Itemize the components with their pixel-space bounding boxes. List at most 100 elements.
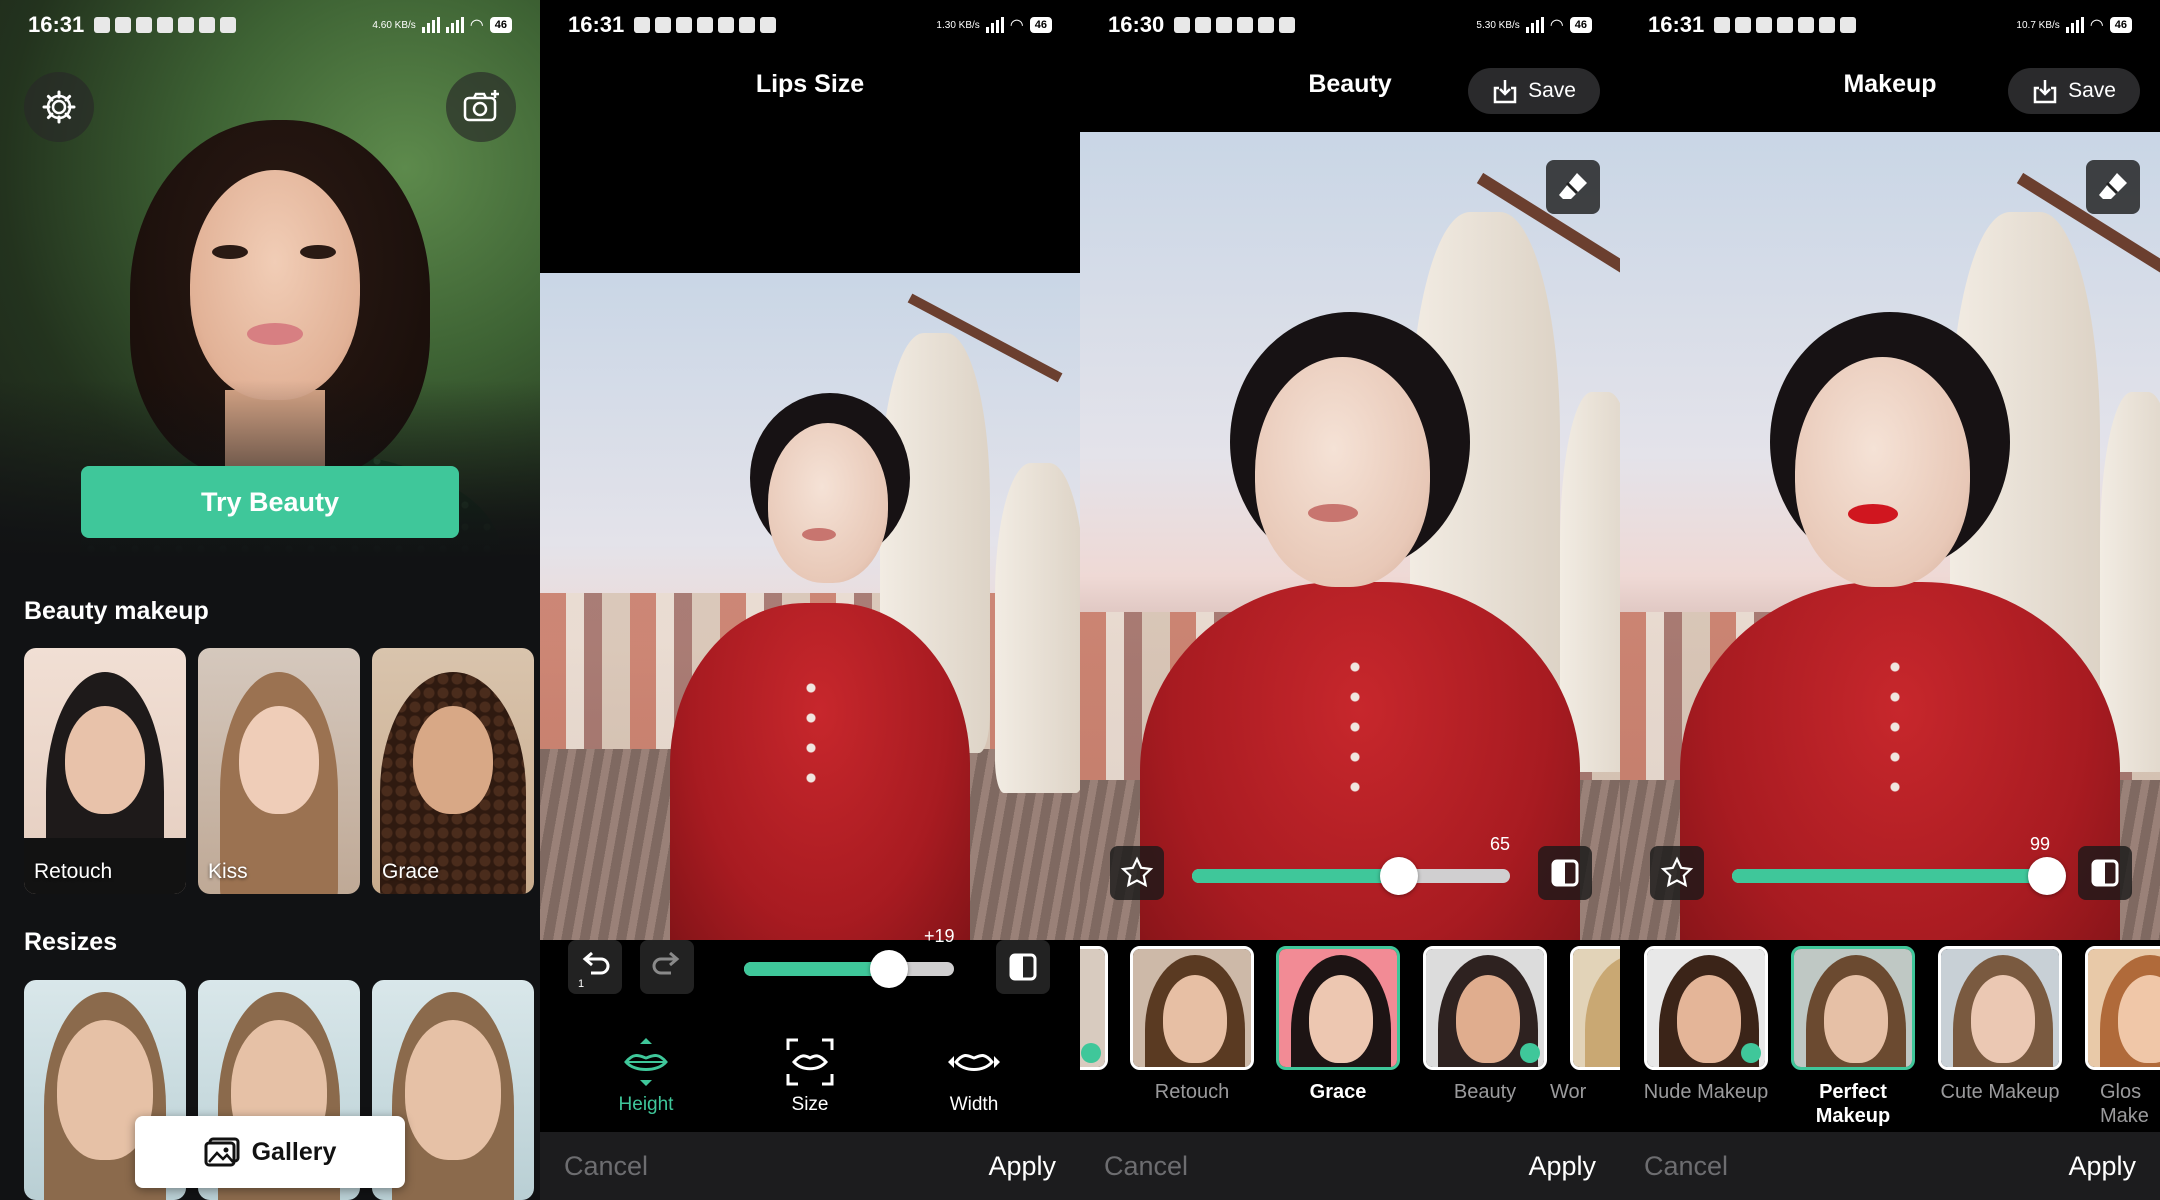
lips-size-icon	[786, 1038, 834, 1086]
home-screen: 16:31 4.60 KB/s ◠ 46 Try Beauty Beauty m…	[0, 0, 540, 1200]
favorite-button[interactable]	[1110, 846, 1164, 900]
makeup-card-retouch[interactable]: Retouch	[24, 648, 186, 894]
status-time: 16:31	[1648, 12, 1705, 37]
save-button[interactable]: Save	[2008, 68, 2140, 114]
compare-button[interactable]	[996, 940, 1050, 994]
network-speed: 5.30 KB/s	[1476, 19, 1520, 31]
photo-canvas[interactable]	[1080, 132, 1620, 940]
bottom-action-bar: Cancel Apply	[540, 1132, 1080, 1200]
style-label: Beauty	[1453, 1081, 1517, 1103]
compare-button[interactable]	[1538, 846, 1592, 900]
style-thumb-partial[interactable]	[2085, 946, 2160, 1070]
tool-label: Width	[949, 1094, 999, 1115]
gallery-icon	[204, 1137, 240, 1167]
download-icon	[1081, 1043, 1101, 1063]
apply-button[interactable]: Apply	[2068, 1151, 2136, 1182]
favorite-button[interactable]	[1650, 846, 1704, 900]
wifi-icon: ◠	[2089, 17, 2104, 34]
status-time: 16:31	[568, 12, 625, 37]
camera-plus-icon	[463, 90, 499, 122]
slider-fill	[1192, 869, 1399, 883]
style-thumb-partial[interactable]	[1080, 946, 1108, 1070]
slider-knob[interactable]	[1379, 857, 1418, 895]
tool-size[interactable]: Size	[750, 1036, 870, 1116]
save-icon	[2033, 80, 2057, 104]
style-carousel: Retouch Grace Beauty Wor	[1080, 940, 1620, 1132]
save-label: Save	[2068, 79, 2116, 102]
slider-knob[interactable]	[869, 950, 908, 988]
network-speed: 4.60 KB/s	[372, 19, 416, 31]
style-thumb-partial[interactable]	[1570, 946, 1620, 1070]
wifi-icon: ◠	[1549, 17, 1564, 34]
bottom-action-bar: Cancel Apply	[1080, 1132, 1620, 1200]
tool-height[interactable]: Height	[586, 1036, 706, 1116]
compare-icon	[1551, 859, 1579, 887]
eraser-button[interactable]	[2086, 160, 2140, 214]
intensity-slider[interactable]	[744, 950, 954, 988]
photo-canvas[interactable]	[540, 273, 1080, 949]
tool-label: Size	[791, 1094, 829, 1115]
signal-icon	[1525, 17, 1544, 33]
download-icon	[1741, 1043, 1761, 1063]
status-bar: 16:31 10.7 KB/s ◠ 46	[1620, 0, 2160, 50]
status-time: 16:30	[1108, 12, 1165, 37]
eraser-button[interactable]	[1546, 160, 1600, 214]
photo-canvas[interactable]	[1620, 132, 2160, 940]
lips-size-screen: 16:31 1.30 KB/s ◠ 46 Lips Size 1 +19 Hei…	[540, 0, 1080, 1200]
slider-knob[interactable]	[2027, 857, 2066, 895]
intensity-slider[interactable]	[1192, 857, 1510, 895]
gallery-button[interactable]: Gallery	[135, 1116, 405, 1188]
cancel-button[interactable]: Cancel	[1104, 1151, 1188, 1182]
save-button[interactable]: Save	[1468, 68, 1600, 114]
makeup-card-grace[interactable]: Grace	[372, 648, 534, 894]
style-label: Retouch	[1154, 1081, 1230, 1103]
status-bar: 16:30 5.30 KB/s ◠ 46	[1080, 0, 1620, 50]
save-icon	[1493, 80, 1517, 104]
style-thumb[interactable]	[1938, 946, 2062, 1070]
network-speed: 10.7 KB/s	[2016, 19, 2060, 31]
style-label: Perfect Makeup	[1815, 1081, 1891, 1127]
style-thumb[interactable]	[1423, 946, 1547, 1070]
undo-count: 1	[578, 978, 585, 990]
status-bar: 16:31 1.30 KB/s ◠ 46	[540, 0, 1080, 50]
cancel-button[interactable]: Cancel	[564, 1151, 648, 1182]
style-thumb-selected[interactable]	[1791, 946, 1915, 1070]
wifi-icon: ◠	[1009, 17, 1024, 34]
lips-height-icon	[624, 1038, 668, 1086]
signal-icon	[985, 17, 1004, 33]
beauty-screen: 16:30 5.30 KB/s ◠ 46 Beauty Save 65 Reto…	[1080, 0, 1620, 1200]
redo-button[interactable]	[640, 940, 694, 994]
notification-icons	[94, 17, 237, 33]
signal-icon	[421, 17, 440, 33]
signal-icon	[2065, 17, 2084, 33]
eraser-icon	[1559, 173, 1587, 199]
makeup-screen: 16:31 10.7 KB/s ◠ 46 Makeup Save 99 Nude…	[1620, 0, 2160, 1200]
makeup-card-kiss[interactable]: Kiss	[198, 648, 360, 894]
battery-icon: 46	[2109, 17, 2132, 33]
notification-icons	[1174, 17, 1296, 33]
battery-icon: 46	[1569, 17, 1592, 33]
style-thumb-selected[interactable]	[1276, 946, 1400, 1070]
try-beauty-button[interactable]: Try Beauty	[81, 466, 459, 538]
undo-button[interactable]: 1	[568, 940, 622, 994]
notification-icons	[1714, 17, 1857, 33]
style-label: Glos Make	[2100, 1081, 2149, 1127]
slider-value: 65	[1490, 834, 1511, 854]
gallery-label: Gallery	[251, 1137, 337, 1166]
apply-button[interactable]: Apply	[988, 1151, 1056, 1182]
compare-button[interactable]	[2078, 846, 2132, 900]
gear-icon	[42, 90, 76, 124]
cancel-button[interactable]: Cancel	[1644, 1151, 1728, 1182]
notification-icons	[634, 17, 777, 33]
makeup-card-label: Kiss	[208, 860, 248, 883]
camera-button[interactable]	[446, 72, 516, 142]
style-thumb[interactable]	[1644, 946, 1768, 1070]
style-thumb[interactable]	[1130, 946, 1254, 1070]
tool-label: Height	[618, 1094, 674, 1115]
tool-width[interactable]: Width	[914, 1036, 1034, 1116]
save-label: Save	[1528, 79, 1576, 102]
settings-button[interactable]	[24, 72, 94, 142]
apply-button[interactable]: Apply	[1528, 1151, 1596, 1182]
intensity-slider[interactable]	[1732, 857, 2066, 895]
screen-title: Lips Size	[755, 70, 865, 98]
